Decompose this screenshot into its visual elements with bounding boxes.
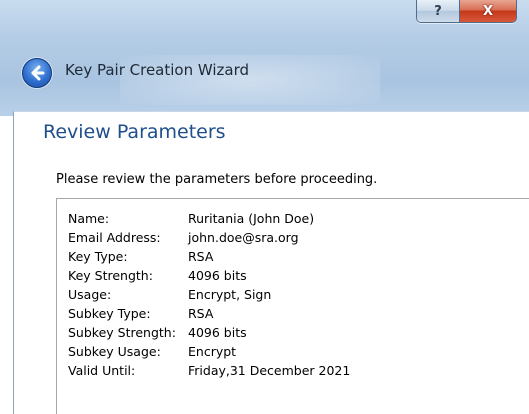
param-label: Key Strength: bbox=[68, 268, 153, 283]
param-value: Ruritania (John Doe) bbox=[188, 211, 315, 226]
param-value: Encrypt, Sign bbox=[188, 287, 272, 302]
parameters-summary-box[interactable]: Name: Ruritania (John Doe) Email Address… bbox=[56, 198, 529, 414]
back-button[interactable] bbox=[22, 58, 52, 88]
back-arrow-icon bbox=[31, 65, 45, 81]
param-value: 4096 bits bbox=[188, 325, 247, 340]
page-title: Review Parameters bbox=[43, 121, 226, 143]
param-label: Key Type: bbox=[68, 249, 128, 264]
question-mark-icon: ? bbox=[434, 3, 442, 19]
wizard-title: Key Pair Creation Wizard bbox=[65, 61, 250, 79]
param-label: Email Address: bbox=[68, 230, 161, 245]
param-label: Usage: bbox=[68, 287, 112, 302]
instruction-text: Please review the parameters before proc… bbox=[56, 172, 378, 187]
param-value: john.doe@sra.org bbox=[188, 230, 299, 245]
param-value: RSA bbox=[188, 306, 214, 321]
window-controls: ? X bbox=[416, 0, 517, 23]
param-value: Friday,31 December 2021 bbox=[188, 363, 351, 378]
param-label: Valid Until: bbox=[68, 363, 136, 378]
close-x-icon: X bbox=[482, 3, 494, 19]
param-label: Subkey Type: bbox=[68, 306, 151, 321]
param-label: Subkey Strength: bbox=[68, 325, 176, 340]
close-button[interactable]: X bbox=[460, 0, 516, 22]
help-button[interactable]: ? bbox=[417, 0, 460, 22]
param-value: Encrypt bbox=[188, 344, 237, 359]
param-label: Name: bbox=[68, 211, 110, 226]
param-label: Subkey Usage: bbox=[68, 344, 161, 359]
param-value: RSA bbox=[188, 249, 214, 264]
param-value: 4096 bits bbox=[188, 268, 247, 283]
